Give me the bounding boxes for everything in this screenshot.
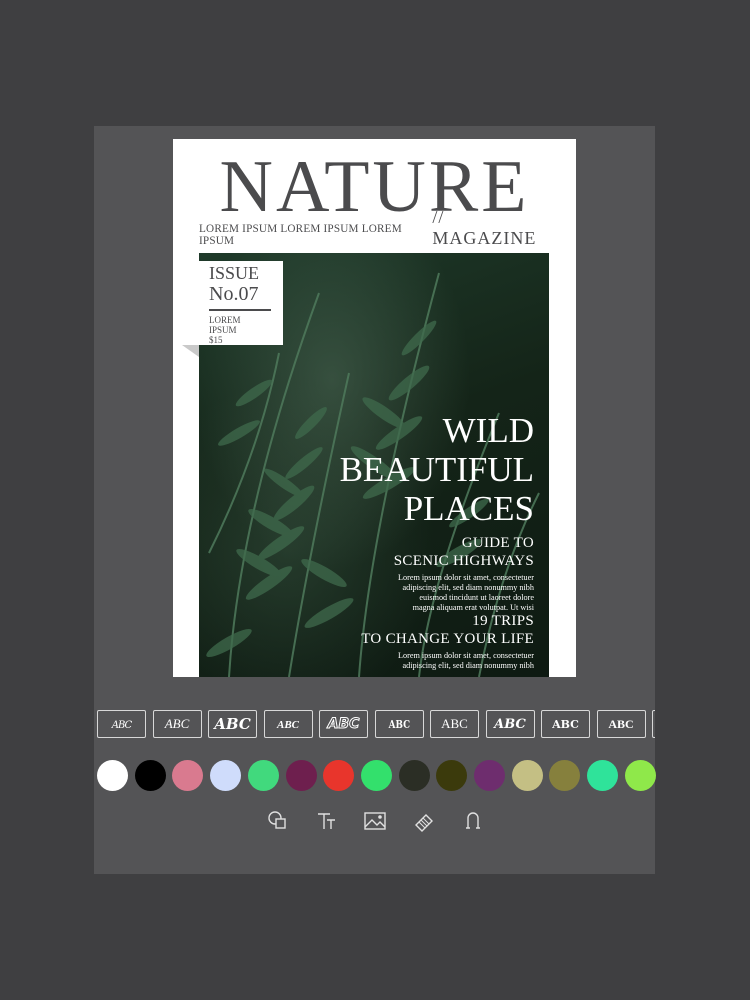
font-style-option[interactable]: ABC: [485, 710, 535, 738]
color-swatch[interactable]: [436, 760, 468, 791]
section-heading: 19 TRIPS: [472, 613, 534, 629]
color-swatch[interactable]: [549, 760, 581, 791]
font-style-sample: ABC: [111, 720, 132, 731]
font-style-sample: ABC: [214, 715, 251, 733]
font-style-option[interactable]: ABC: [319, 710, 368, 738]
color-swatch[interactable]: [587, 760, 619, 791]
color-palette[interactable]: [97, 760, 656, 792]
font-style-option[interactable]: ABC: [208, 710, 257, 738]
magnet-tool-button[interactable]: [460, 808, 486, 834]
headline-line: PLACES: [403, 489, 534, 528]
issue-price: $15: [209, 335, 223, 345]
subline-text[interactable]: LOREM IPSUM LOREM IPSUM LOREM IPSUM: [199, 223, 432, 249]
color-swatch[interactable]: [398, 760, 430, 791]
font-style-option[interactable]: ABC: [374, 710, 424, 738]
headline-line: BEAUTIFUL: [339, 450, 534, 489]
font-style-sample: ABC: [388, 718, 410, 731]
cover-subline: LOREM IPSUM LOREM IPSUM LOREM IPSUM // M…: [199, 207, 550, 249]
text-icon: [318, 813, 335, 829]
color-swatch[interactable]: [624, 760, 656, 791]
font-style-option[interactable]: ABC: [97, 710, 146, 738]
image-tool-button[interactable]: [362, 808, 388, 834]
font-style-option[interactable]: ABC: [541, 710, 590, 738]
font-style-sample: ABC: [608, 717, 634, 731]
font-style-option[interactable]: ABC: [152, 710, 202, 738]
issue-divider: [209, 309, 271, 311]
cover-section-scenic[interactable]: GUIDE TO SCENIC HIGHWAYS Lorem ipsum dol…: [394, 534, 534, 613]
section-body-line: adipiscing elit, sed diam nonummy nibh: [402, 661, 534, 670]
font-style-sample: ABC: [441, 716, 468, 731]
headline-line: WILD: [442, 411, 534, 450]
issue-text-2: IPSUM: [209, 325, 237, 335]
font-style-sample: ABC: [164, 716, 190, 731]
magazine-cover[interactable]: NATURE LOREM IPSUM LOREM IPSUM LOREM IPS…: [173, 139, 576, 677]
color-swatch[interactable]: [210, 760, 242, 791]
font-style-picker[interactable]: ABC ABC ABC ABC ABC ABC ABC ABC ABC ABC: [97, 710, 655, 738]
image-icon: [364, 812, 386, 830]
color-swatch[interactable]: [474, 760, 505, 791]
font-style-sample: ABC: [276, 719, 299, 731]
magazine-label[interactable]: // MAGAZINE: [432, 207, 550, 249]
issue-tag[interactable]: ISSUE No.07 LOREM IPSUM $15: [199, 261, 283, 345]
font-style-option[interactable]: [652, 710, 655, 738]
toolbar: [265, 808, 485, 834]
color-swatch[interactable]: [285, 760, 317, 791]
eraser-icon: [415, 814, 433, 832]
eraser-tool-button[interactable]: [411, 808, 437, 834]
section-body-line: adipiscing elit, sed diam nonummy nibh: [402, 583, 534, 592]
font-style-option[interactable]: ABC: [596, 710, 646, 738]
section-body-line: euismod tincidunt ut laoreet dolore: [419, 593, 534, 602]
color-swatch[interactable]: [247, 760, 279, 791]
section-heading: SCENIC HIGHWAYS: [393, 553, 534, 569]
text-tool-button[interactable]: [314, 808, 340, 834]
issue-text-1: LOREM: [209, 315, 241, 325]
color-swatch[interactable]: [323, 760, 355, 791]
shapes-tool-button[interactable]: [265, 808, 291, 834]
section-body-line: Lorem ipsum dolor sit amet, consectetuer: [398, 651, 534, 660]
section-heading: TO CHANGE YOUR LIFE: [361, 631, 534, 647]
section-heading: GUIDE TO: [461, 535, 534, 551]
font-style-sample: ABC: [552, 718, 579, 731]
issue-number: No.07: [209, 283, 259, 305]
color-swatch[interactable]: [134, 760, 166, 791]
color-swatch[interactable]: [172, 760, 204, 791]
font-style-option[interactable]: ABC: [263, 710, 313, 738]
color-swatch[interactable]: [97, 760, 128, 791]
font-style-option[interactable]: ABC: [430, 710, 479, 738]
magnet-icon: [466, 812, 480, 829]
font-style-sample: ABC: [494, 717, 526, 732]
issue-tag-fold: [182, 345, 199, 357]
cover-headline[interactable]: WILD BEAUTIFUL PLACES: [340, 411, 534, 528]
section-body-line: Lorem ipsum dolor sit amet, consectetuer: [398, 573, 534, 582]
font-style-sample: ABC: [327, 716, 360, 733]
color-swatch[interactable]: [511, 760, 543, 791]
color-swatch[interactable]: [360, 760, 392, 791]
shapes-icon: [268, 811, 286, 829]
issue-label: ISSUE: [209, 263, 260, 283]
cover-section-trips[interactable]: 19 TRIPS TO CHANGE YOUR LIFE Lorem ipsum…: [361, 612, 534, 671]
